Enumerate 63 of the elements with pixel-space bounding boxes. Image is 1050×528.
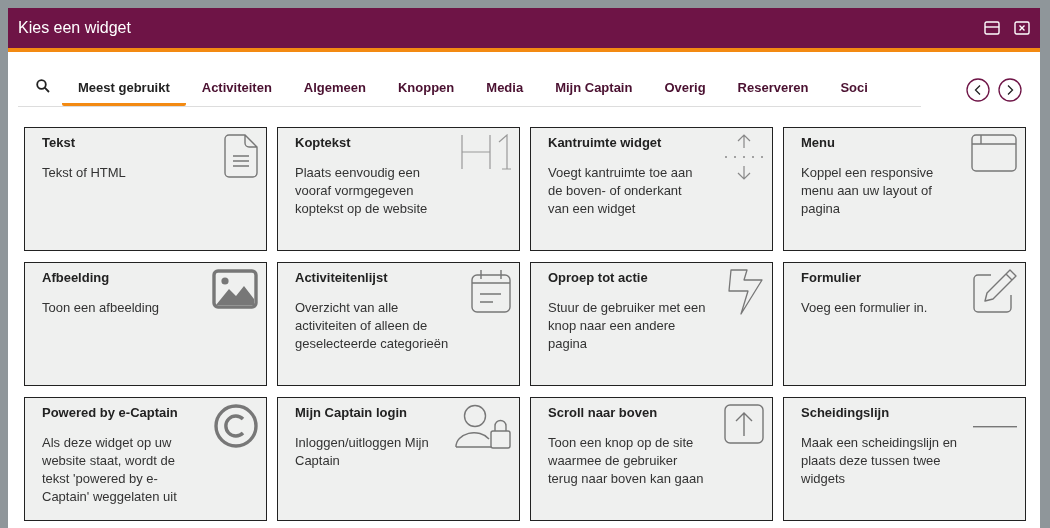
widget-card[interactable]: Menu Koppel een responsive menu aan uw layout of pagina bbox=[783, 127, 1026, 251]
widget-card[interactable]: Scroll naar boven Toon een knop op de site waarmee de gebruiker terug naar boven kan gaan bbox=[530, 397, 773, 521]
maximize-icon[interactable] bbox=[984, 21, 1000, 35]
widget-card[interactable]: Formulier Voeg een formulier in. bbox=[783, 262, 1026, 386]
widget-title: Scheidingslijn bbox=[801, 405, 891, 420]
widget-title: Activiteitenlijst bbox=[295, 270, 389, 285]
widget-card[interactable]: Scheidingslijn Maak een scheidingslijn en plaats deze tussen twee widgets bbox=[783, 397, 1026, 521]
copyright-icon bbox=[214, 404, 258, 448]
search-icon[interactable] bbox=[36, 79, 50, 93]
tab[interactable]: Knoppen bbox=[381, 72, 471, 106]
widget-card[interactable]: Activiteitenlijst Overzicht van alle activiteiten of alleen de geselecteerde categorieën bbox=[277, 262, 520, 386]
widget-description: Toon een knop op de site waarmee de gebruiker terug naar boven kan gaan bbox=[548, 434, 705, 488]
image-icon bbox=[212, 269, 258, 309]
widget-card[interactable]: Oproep tot actie Stuur de gebruiker met een knop naar een andere pagina bbox=[530, 262, 773, 386]
browser-window-icon bbox=[971, 134, 1017, 172]
heading-icon bbox=[461, 134, 511, 170]
window-title: Kies een widget bbox=[18, 19, 131, 37]
widget-description: Stuur de gebruiker met een knop naar een andere pagina bbox=[548, 299, 706, 353]
widget-title: Mijn Captain login bbox=[295, 405, 408, 420]
widget-title: Tekst bbox=[42, 135, 76, 150]
lightning-icon bbox=[728, 269, 764, 315]
widget-description: Voegt kantruimte toe aan de boven- of onderkant van een widget bbox=[548, 164, 694, 218]
calendar-icon bbox=[471, 269, 511, 313]
widget-title: Powered by e-Captain bbox=[42, 405, 179, 420]
widget-description: Koppel een responsive menu aan uw layout of pagina bbox=[801, 164, 935, 218]
widget-description: Als deze widget op uw website staat, wordt de tekst 'powered by e-Captain' weggelaten uit bbox=[42, 434, 178, 506]
tab[interactable]: Meest gebruikt bbox=[62, 72, 186, 106]
widget-card[interactable]: Tekst Tekst of HTML bbox=[24, 127, 267, 251]
tab[interactable]: Algemeen bbox=[287, 72, 382, 106]
widget-card[interactable]: Powered by e-Captain Als deze widget op uw website staat, wordt de tekst 'powered by e-Captain' weggelaten uit bbox=[24, 397, 267, 521]
widget-card[interactable]: Koptekst Plaats eenvoudig een vooraf vormgegeven koptekst op de website bbox=[277, 127, 520, 251]
widget-description: Tekst of HTML bbox=[42, 164, 127, 182]
widget-title: Kantruimte widget bbox=[548, 135, 663, 150]
widget-title: Oproep tot actie bbox=[548, 270, 649, 285]
edit-icon bbox=[973, 269, 1017, 313]
widget-card[interactable]: Mijn Captain login Inloggen/uitloggen Mijn Captain bbox=[277, 397, 520, 521]
widget-description: Overzicht van alle activiteiten of alleen de geselecteerde categorieën bbox=[295, 299, 450, 353]
tab[interactable]: Reserveren bbox=[721, 72, 825, 106]
close-icon[interactable] bbox=[1014, 21, 1030, 35]
user-lock-icon bbox=[455, 404, 511, 450]
widget-title: Formulier bbox=[801, 270, 862, 285]
widget-card[interactable]: Kantruimte widget Voegt kantruimte toe aan de boven- of onderkant van een widget bbox=[530, 127, 773, 251]
tab[interactable]: Activiteiten bbox=[185, 72, 288, 106]
tab[interactable]: Mijn Captain bbox=[539, 72, 649, 106]
tab[interactable]: Media bbox=[470, 72, 540, 106]
previous-icon[interactable] bbox=[966, 77, 990, 102]
document-icon bbox=[224, 134, 258, 178]
widget-description: Voeg een formulier in. bbox=[801, 299, 929, 317]
widget-title: Afbeelding bbox=[42, 270, 111, 285]
widget-title: Scroll naar boven bbox=[548, 405, 659, 420]
tab[interactable]: Overig bbox=[648, 72, 722, 106]
widget-description: Plaats eenvoudig een vooraf vormgegeven koptekst op de website bbox=[295, 164, 429, 218]
widget-description: Maak een scheidingslijn en plaats deze tussen twee widgets bbox=[801, 434, 959, 488]
widget-card[interactable]: Afbeelding Toon een afbeelding bbox=[24, 262, 267, 386]
next-icon[interactable] bbox=[998, 77, 1022, 102]
widget-description: Inloggen/uitloggen Mijn Captain bbox=[295, 434, 430, 470]
spacing-icon bbox=[724, 134, 764, 180]
widget-title: Koptekst bbox=[295, 135, 352, 150]
arrow-up-icon bbox=[724, 404, 764, 444]
tab[interactable]: Soci bbox=[824, 72, 884, 106]
widget-title: Menu bbox=[801, 135, 836, 150]
widget-description: Toon een afbeelding bbox=[42, 299, 161, 317]
divider-line-icon bbox=[973, 426, 1017, 428]
